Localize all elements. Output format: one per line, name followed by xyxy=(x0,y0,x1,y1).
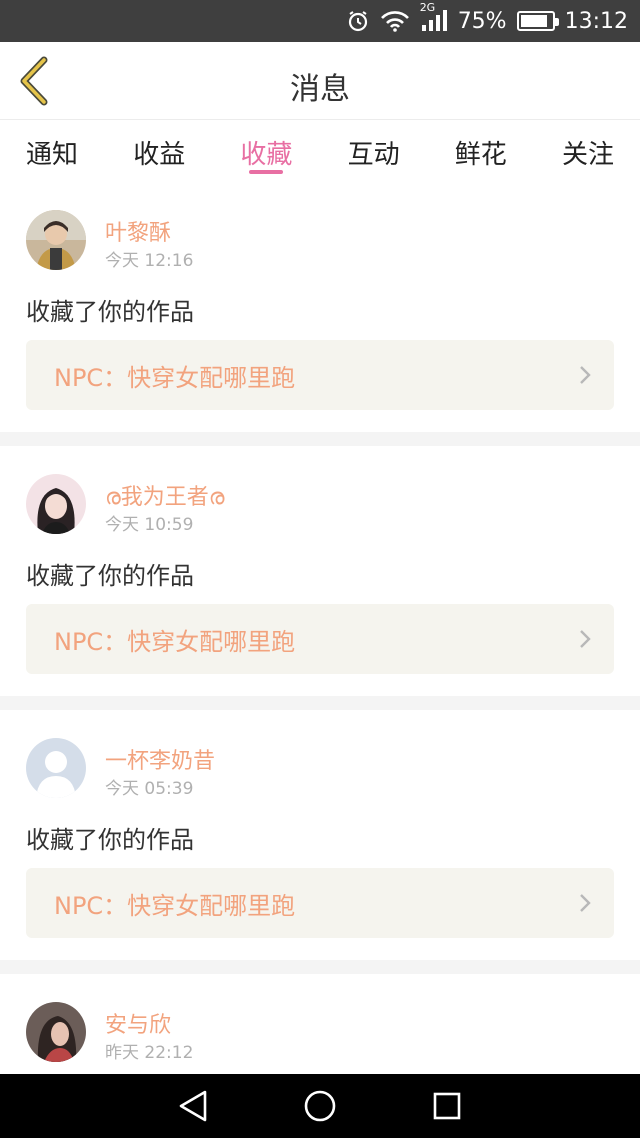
work-title: NPC：快穿女配哪里跑 xyxy=(54,627,296,656)
nav-recents-icon[interactable] xyxy=(427,1086,467,1126)
action-text: 收藏了你的作品 xyxy=(26,298,194,326)
battery-level xyxy=(520,15,547,27)
user-name[interactable]: 叶黎酥 xyxy=(105,215,171,247)
battery-icon xyxy=(516,11,559,31)
tab-favorites[interactable]: 收藏 xyxy=(240,120,292,182)
tab-flowers[interactable]: 鲜花 xyxy=(455,120,507,182)
work-link[interactable]: NPC：快穿女配哪里跑 xyxy=(26,868,614,938)
work-title: NPC：快穿女配哪里跑 xyxy=(54,891,296,920)
system-nav-bar xyxy=(0,1074,640,1138)
chevron-right-icon xyxy=(580,366,591,384)
message-list: 叶黎酥 今天 12:16 收藏了你的作品 NPC：快穿女配哪里跑 ര我为王者ര … xyxy=(0,182,640,1084)
network-type: 2G xyxy=(419,1,436,14)
work-link[interactable]: NPC：快穿女配哪里跑 xyxy=(26,340,614,410)
work-title: NPC：快穿女配哪里跑 xyxy=(54,363,296,392)
timestamp: 昨天 22:12 xyxy=(105,1043,194,1063)
nav-home-icon[interactable] xyxy=(300,1086,340,1126)
avatar[interactable] xyxy=(26,738,86,798)
tab-interactions[interactable]: 互动 xyxy=(348,120,400,182)
action-text: 收藏了你的作品 xyxy=(26,562,194,590)
signal-icon: 2G xyxy=(420,1,448,33)
user-name[interactable]: 一杯李奶昔 xyxy=(105,743,215,775)
nav-back-icon[interactable] xyxy=(173,1086,213,1126)
avatar[interactable] xyxy=(26,474,86,534)
list-item: 叶黎酥 今天 12:16 收藏了你的作品 NPC：快穿女配哪里跑 xyxy=(0,182,640,432)
user-name[interactable]: 安与欣 xyxy=(105,1007,171,1039)
timestamp: 今天 12:16 xyxy=(105,251,194,271)
user-name[interactable]: ര我为王者ര xyxy=(105,479,225,511)
header: 消息 xyxy=(0,42,640,120)
chevron-right-icon xyxy=(580,894,591,912)
list-item: 一杯李奶昔 今天 05:39 收藏了你的作品 NPC：快穿女配哪里跑 xyxy=(0,710,640,960)
list-item: ര我为王者ര 今天 10:59 收藏了你的作品 NPC：快穿女配哪里跑 xyxy=(0,446,640,696)
page-title: 消息 xyxy=(290,72,350,107)
tab-follows[interactable]: 关注 xyxy=(562,120,614,182)
wifi-icon xyxy=(380,9,410,33)
divider xyxy=(0,696,640,710)
battery-percent: 75% xyxy=(457,8,507,34)
tab-notifications[interactable]: 通知 xyxy=(26,120,78,182)
work-link[interactable]: NPC：快穿女配哪里跑 xyxy=(26,604,614,674)
tab-bar: 通知 收益 收藏 互动 鲜花 关注 xyxy=(0,120,640,182)
avatar[interactable] xyxy=(26,1002,86,1062)
timestamp: 今天 10:59 xyxy=(105,515,194,535)
status-bar: 2G 75% 13:12 xyxy=(0,0,640,42)
list-item: 安与欣 昨天 22:12 xyxy=(0,974,640,1084)
divider xyxy=(0,960,640,974)
chevron-right-icon xyxy=(580,630,591,648)
avatar[interactable] xyxy=(26,210,86,270)
clock: 13:12 xyxy=(564,8,628,34)
tab-earnings[interactable]: 收益 xyxy=(133,120,185,182)
timestamp: 今天 05:39 xyxy=(105,779,194,799)
divider xyxy=(0,432,640,446)
alarm-icon xyxy=(346,9,370,33)
action-text: 收藏了你的作品 xyxy=(26,826,194,854)
